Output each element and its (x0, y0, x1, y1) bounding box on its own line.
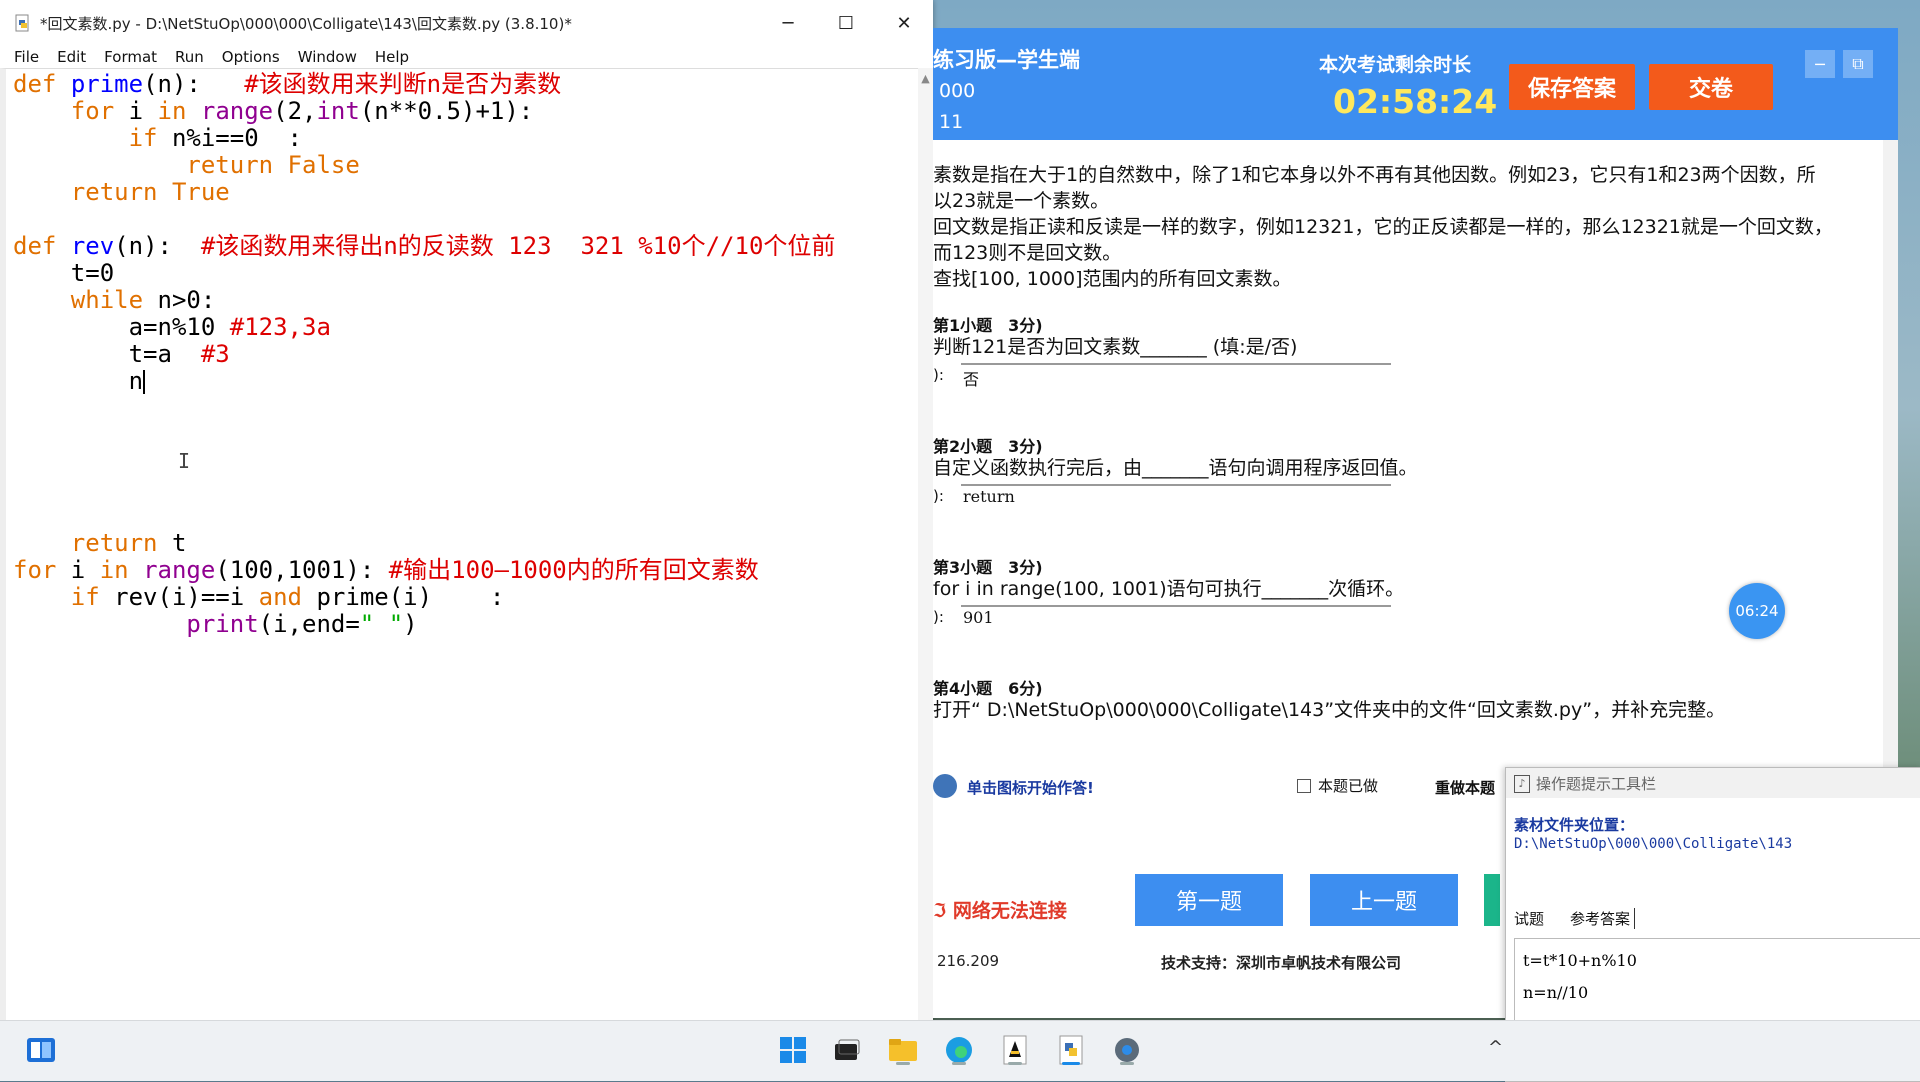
toolbar-tabs: 试题 参考答案 (1514, 908, 1661, 929)
q3-text: for i in range(100, 1001)语句可执行_______次循环… (933, 578, 1405, 600)
next-question-button-partial[interactable] (1484, 874, 1500, 926)
reference-line: n=n//10 (1523, 983, 1589, 1002)
submit-button[interactable]: 交卷 (1649, 64, 1773, 110)
close-button[interactable]: ✕ (875, 0, 933, 46)
exam-id-1: 000 (939, 80, 976, 102)
widgets-icon[interactable] (24, 1033, 58, 1067)
settings-icon[interactable] (1110, 1033, 1144, 1067)
explorer-icon[interactable] (886, 1033, 920, 1067)
start-answer-link[interactable]: 单击图标开始作答! (967, 777, 1094, 798)
idle-menubar: File Edit Format Run Options Window Help (0, 46, 933, 68)
toolbar-icon: ♪ (1514, 775, 1530, 793)
q2-answer-label: ): (933, 487, 944, 505)
q3-answer-value[interactable]: 901 (963, 608, 994, 627)
tab-question[interactable]: 试题 (1514, 908, 1544, 929)
python-start-icon[interactable] (933, 774, 957, 798)
code-editor[interactable]: def prime(n): #该函数用来判断n是否为素数 for i in ra… (0, 68, 924, 1021)
question-content: 素数是指在大于1的自然数中，除了1和它本身以外不再有其他因数。例如23，它只有1… (933, 140, 1898, 760)
network-status: ℑ 网络无法连接 (933, 896, 1067, 923)
ip-address: 216.209 (937, 952, 1000, 970)
python-icon[interactable] (1054, 1033, 1088, 1067)
q1-answer-field[interactable] (961, 363, 1391, 391)
taskbar: ^ (0, 1020, 1920, 1081)
desc-line: 以23就是一个素数。 (933, 190, 1110, 212)
idle-titlebar[interactable]: *回文素数.py - D:\NetStuOp\000\000\Colligate… (0, 0, 933, 46)
menu-edit[interactable]: Edit (57, 48, 86, 66)
desc-line: 查找[100, 1000]范围内的所有回文素数。 (933, 268, 1292, 290)
python-file-icon (15, 14, 29, 32)
toolbar-titlebar[interactable]: ♪ 操作题提示工具栏 (1506, 768, 1920, 798)
support-text: 技术支持：深圳市卓帆技术有限公司 (1161, 954, 1402, 972)
exam-app-name: 练习版—学生端 (933, 48, 1080, 72)
minimize-button[interactable]: ─ (759, 0, 817, 46)
exam-minimize-button[interactable]: ─ (1805, 50, 1835, 78)
q2-text: 自定义函数执行完后，由_______语句向调用程序返回值。 (933, 457, 1418, 479)
toolbar-title: 操作题提示工具栏 (1536, 774, 1657, 793)
tab-reference-answer[interactable]: 参考答案 (1570, 908, 1636, 929)
question-scrollbar[interactable] (1883, 140, 1898, 780)
prev-question-button[interactable]: 上一题 (1310, 874, 1458, 926)
redo-button[interactable]: 重做本题 (1435, 777, 1495, 798)
done-label: 本题已做 (1318, 777, 1379, 795)
first-question-button[interactable]: 第一题 (1135, 874, 1283, 926)
q2-answer-value[interactable]: return (963, 487, 1015, 506)
remaining-time-label: 本次考试剩余时长 (1319, 54, 1472, 76)
q1-answer-value[interactable]: 否 (963, 366, 979, 390)
desc-line: 回文数是指正读和反读是一样的数字，例如12321，它的正反读都是一样的，那么12… (933, 216, 1833, 238)
folder-path[interactable]: D:\NetStuOp\000\000\Colligate\143 (1514, 836, 1792, 852)
editor-scrollbar[interactable]: ▲ (918, 68, 933, 1020)
q3-answer-field[interactable] (961, 605, 1391, 633)
q1-text: 判断121是否为回文素数_______ (填:是/否) (933, 336, 1298, 358)
menu-window[interactable]: Window (298, 48, 357, 66)
q2-answer-field[interactable] (961, 484, 1391, 512)
ibeam-cursor: I (178, 449, 191, 473)
exam-restore-button[interactable]: ⧉ (1843, 50, 1873, 78)
exam-header: 练习版—学生端 000 11 本次考试剩余时长 02:58:24 保存答案 交卷… (933, 28, 1898, 140)
menu-help[interactable]: Help (375, 48, 409, 66)
save-answer-button[interactable]: 保存答案 (1509, 64, 1635, 110)
floating-timer[interactable]: 06:24 (1729, 583, 1785, 639)
q3-answer-label: ): (933, 608, 944, 626)
menu-run[interactable]: Run (175, 48, 204, 66)
q1-answer-label: ): (933, 366, 944, 384)
folder-label: 素材文件夹位置： (1514, 816, 1635, 834)
desc-line: 而123则不是回文数。 (933, 242, 1122, 264)
menu-options[interactable]: Options (222, 48, 280, 66)
edge-icon[interactable] (942, 1033, 976, 1067)
menu-file[interactable]: File (14, 48, 39, 66)
taskview-icon[interactable] (830, 1033, 864, 1067)
maximize-button[interactable]: ☐ (817, 0, 875, 46)
network-status-text: 网络无法连接 (952, 900, 1067, 922)
network-warning-icon: ℑ (933, 900, 947, 922)
code-text[interactable]: def prime(n): #该函数用来判断n是否为素数 for i in ra… (13, 71, 835, 638)
q4-text: 打开“ D:\NetStuOp\000\000\Colligate\143”文件… (933, 699, 1726, 721)
idle-window-title: *回文素数.py - D:\NetStuOp\000\000\Colligate… (40, 14, 572, 33)
tray-chevron-icon[interactable]: ^ (1488, 1037, 1503, 1058)
start-icon[interactable] (776, 1033, 810, 1067)
exam-id-2: 11 (939, 111, 964, 133)
reference-line: t=t*10+n%10 (1523, 951, 1637, 970)
exam-app-icon[interactable] (998, 1033, 1032, 1067)
menu-format[interactable]: Format (104, 48, 157, 66)
done-checkbox[interactable] (1297, 779, 1311, 793)
idle-editor-window[interactable]: *回文素数.py - D:\NetStuOp\000\000\Colligate… (0, 0, 933, 1021)
desc-line: 素数是指在大于1的自然数中，除了1和它本身以外不再有其他因数。例如23，它只有1… (933, 164, 1816, 186)
countdown-timer: 02:58:24 (1333, 82, 1498, 121)
